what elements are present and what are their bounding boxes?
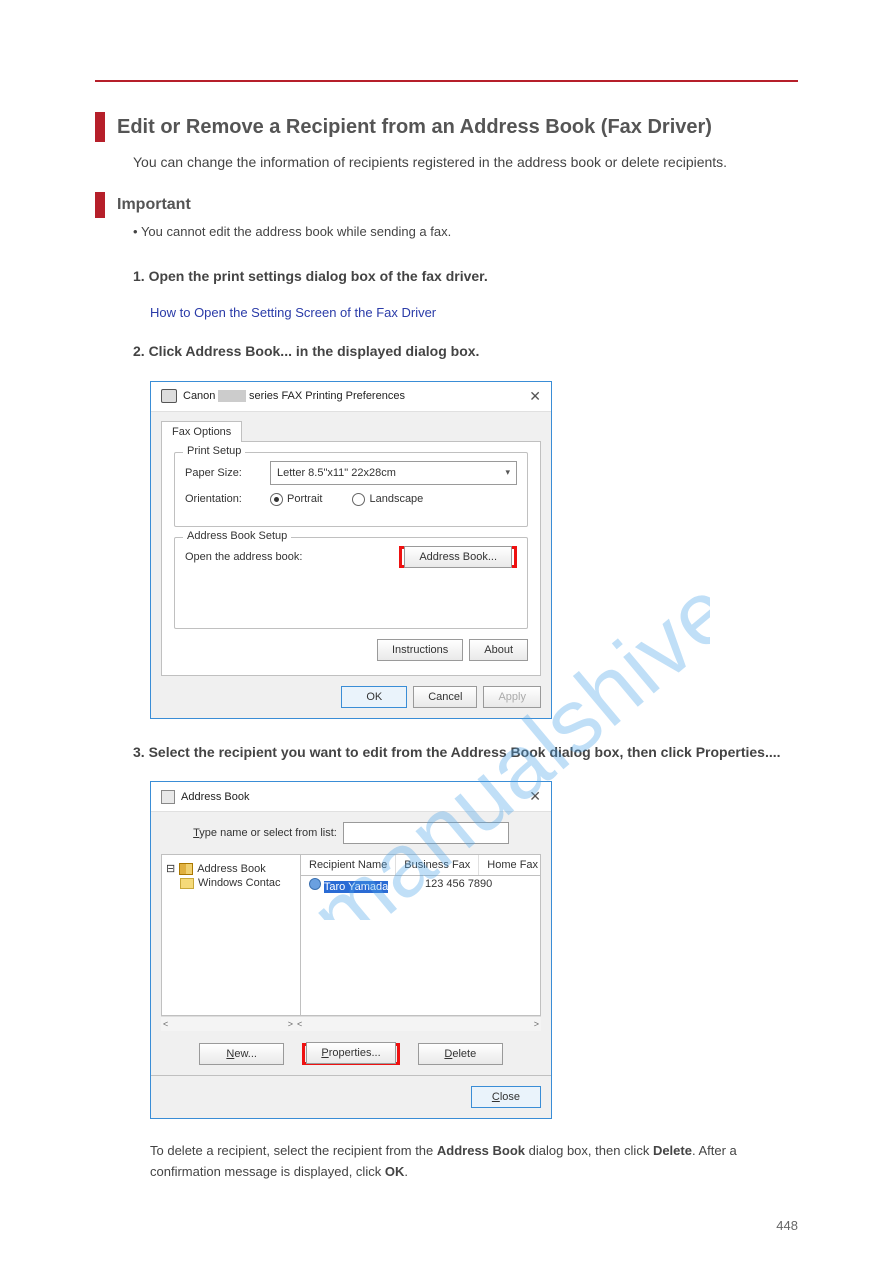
- intro-text: You can change the information of recipi…: [133, 154, 798, 170]
- filter-label: Type name or select from list:: [193, 827, 337, 839]
- filter-input[interactable]: [343, 822, 509, 844]
- important-text: • You cannot edit the address book while…: [133, 224, 798, 239]
- dialog1-titlebar: Canon xxxxx series FAX Printing Preferen…: [151, 382, 551, 412]
- highlight-address-book: Address Book...: [399, 546, 517, 568]
- list-header: Recipient Name Business Fax Home Fax Pri…: [301, 855, 540, 876]
- chevron-down-icon: ▾: [505, 467, 510, 478]
- radio-dot-icon: [270, 493, 283, 506]
- radio-dot-icon: [352, 493, 365, 506]
- ok-button[interactable]: OK: [341, 686, 407, 708]
- page-number: 448: [776, 1218, 798, 1233]
- step-1: 1. Open the print settings dialog box of…: [133, 265, 798, 287]
- group-print-label: Print Setup: [183, 445, 245, 457]
- important-label: Important: [117, 196, 191, 214]
- printer-icon: [161, 389, 177, 403]
- dialog-address-book: Address Book ✕ Type name or select from …: [150, 781, 552, 1119]
- header-rule: [95, 80, 798, 82]
- about-button[interactable]: About: [469, 639, 528, 661]
- dialog-fax-preferences: Canon xxxxx series FAX Printing Preferen…: [150, 381, 552, 719]
- radio-portrait[interactable]: Portrait: [270, 493, 322, 506]
- tree-root[interactable]: ⊟ Address Book: [166, 861, 296, 876]
- address-book-button[interactable]: Address Book...: [404, 546, 512, 568]
- dialog2-title: Address Book: [181, 791, 249, 803]
- properties-button[interactable]: Properties...: [306, 1042, 395, 1064]
- list-pane[interactable]: Recipient Name Business Fax Home Fax Pri…: [301, 855, 540, 1015]
- book-icon: [179, 863, 193, 875]
- person-icon: [309, 878, 321, 890]
- step-1-link[interactable]: How to Open the Setting Screen of the Fa…: [150, 305, 798, 320]
- recipient-name-cell: Taro Yamada: [324, 881, 388, 893]
- list-scrollbar[interactable]: <>: [295, 1016, 541, 1031]
- col-business-fax[interactable]: Business Fax: [396, 855, 479, 875]
- open-address-book-label: Open the address book:: [185, 551, 302, 563]
- important-accent-bar: [95, 192, 105, 218]
- split-pane: ⊟ Address Book Windows Contac Recipient …: [161, 854, 541, 1016]
- paper-size-value: Letter 8.5"x11" 22x28cm: [277, 467, 396, 479]
- page-title-row: Edit or Remove a Recipient from an Addre…: [95, 112, 798, 142]
- page-title: Edit or Remove a Recipient from an Addre…: [117, 116, 712, 139]
- tree-child[interactable]: Windows Contac: [180, 876, 296, 890]
- step-3-note: To delete a recipient, select the recipi…: [150, 1141, 798, 1183]
- list-row[interactable]: Taro Yamada 123 456 7890: [301, 876, 540, 895]
- delete-button[interactable]: Delete: [418, 1043, 503, 1065]
- business-fax-cell: 123 456 7890: [417, 876, 513, 895]
- radio-landscape[interactable]: Landscape: [352, 493, 423, 506]
- orientation-label: Orientation:: [185, 493, 270, 505]
- group-print-setup: Print Setup Paper Size: Letter 8.5"x11" …: [174, 452, 528, 527]
- col-recipient-name[interactable]: Recipient Name: [301, 855, 396, 875]
- group-address-book-setup: Address Book Setup Open the address book…: [174, 537, 528, 629]
- col-home-fax[interactable]: Home Fax: [479, 855, 540, 875]
- window-icon: [161, 790, 175, 804]
- group-ab-label: Address Book Setup: [183, 530, 291, 542]
- tree-scrollbar[interactable]: <>: [161, 1016, 295, 1031]
- apply-button: Apply: [483, 686, 541, 708]
- new-button[interactable]: New...: [199, 1043, 284, 1065]
- close-icon[interactable]: ✕: [529, 388, 541, 405]
- tab-fax-options[interactable]: Fax Options: [161, 421, 242, 442]
- paper-size-label: Paper Size:: [185, 467, 270, 479]
- dialog2-titlebar: Address Book ✕: [151, 782, 551, 812]
- paper-size-select[interactable]: Letter 8.5"x11" 22x28cm ▾: [270, 461, 517, 485]
- close-icon[interactable]: ✕: [529, 788, 541, 805]
- instructions-button[interactable]: Instructions: [377, 639, 463, 661]
- cancel-button[interactable]: Cancel: [413, 686, 477, 708]
- folder-icon: [180, 878, 194, 889]
- highlight-properties: Properties...: [302, 1043, 399, 1065]
- close-button[interactable]: Close: [471, 1086, 541, 1108]
- step-3: 3. Select the recipient you want to edit…: [133, 741, 798, 763]
- step-2: 2. Click Address Book... in the displaye…: [133, 340, 798, 362]
- tree-pane[interactable]: ⊟ Address Book Windows Contac: [162, 855, 301, 1015]
- dialog1-title: Canon xxxxx series FAX Printing Preferen…: [183, 390, 405, 402]
- title-accent-bar: [95, 112, 105, 142]
